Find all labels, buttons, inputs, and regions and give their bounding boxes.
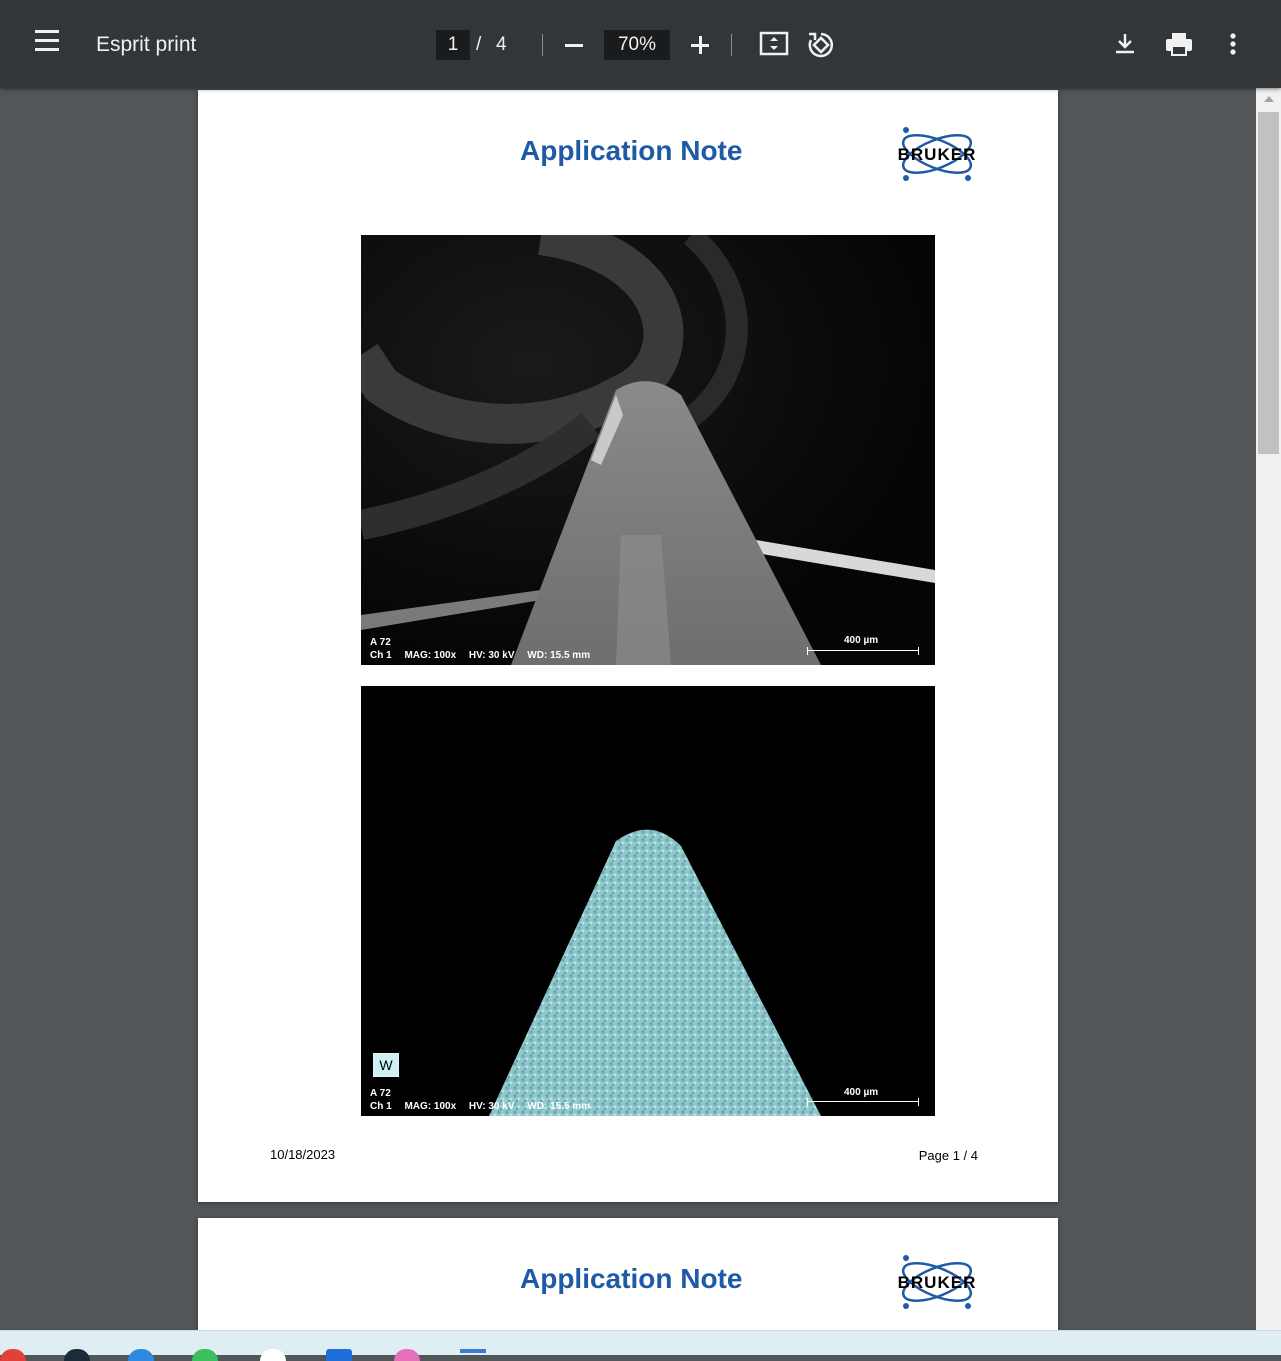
scale-bar-label: 400 µm	[844, 1087, 879, 1098]
page-heading: Application Note	[520, 1263, 743, 1294]
taskbar	[0, 1330, 1281, 1361]
toolbar-divider	[542, 34, 543, 56]
footer-page-number: Page 1 / 4	[918, 1148, 978, 1163]
app-icon[interactable]	[394, 1349, 420, 1361]
channel-label: Ch 1	[370, 1101, 392, 1112]
logo-text: BRUKER	[897, 145, 977, 164]
app-icon[interactable]	[260, 1349, 286, 1361]
pdf-viewer[interactable]: Application Note BRUKER A 72 Ch 1 MAG: 1…	[0, 88, 1256, 1330]
scroll-up-arrow-icon[interactable]	[1264, 96, 1274, 102]
app-icon[interactable]	[192, 1349, 218, 1361]
logo-text: BRUKER	[897, 1273, 977, 1292]
eds-metadata: A 72 Ch 1 MAG: 100x HV: 30 kV WD: 15.5 m…	[370, 1087, 600, 1113]
app-icon[interactable]	[460, 1349, 486, 1353]
print-icon	[1166, 33, 1192, 56]
download-icon	[1116, 34, 1134, 54]
fit-page-icon	[759, 31, 789, 56]
toolbar-divider	[731, 34, 732, 56]
sem-metadata: A 72 Ch 1 MAG: 100x HV: 30 kV WD: 15.5 m…	[370, 636, 600, 662]
menu-button[interactable]	[30, 30, 64, 60]
more-vert-icon	[1230, 33, 1236, 55]
more-options-button[interactable]	[1224, 32, 1242, 58]
voltage-label: HV: 30 kV	[468, 650, 515, 661]
sem-image: A 72 Ch 1 MAG: 100x HV: 30 kV WD: 15.5 m…	[361, 235, 935, 665]
pdf-page-1: Application Note BRUKER A 72 Ch 1 MAG: 1…	[198, 90, 1058, 1202]
footer-date: 10/18/2023	[270, 1147, 336, 1162]
channel-label: Ch 1	[370, 650, 392, 661]
fit-page-button[interactable]	[759, 30, 789, 58]
bruker-logo: BRUKER	[884, 124, 990, 184]
zoom-level[interactable]: 70%	[604, 30, 670, 60]
bruker-logo: BRUKER	[884, 1252, 990, 1312]
page-total: 4	[496, 34, 507, 55]
working-distance-label: WD: 15.5 mm	[527, 650, 591, 661]
rotate-button[interactable]	[806, 30, 836, 60]
zoom-out-button[interactable]	[562, 30, 586, 60]
scale-bar	[807, 647, 919, 655]
app-icon[interactable]	[128, 1349, 154, 1361]
sample-label: A 72	[370, 1088, 391, 1099]
working-distance-label: WD: 15.5 mm	[527, 1101, 591, 1112]
eds-map-image: W A 72 Ch 1 MAG: 100x HV: 30 kV WD: 15.5…	[361, 686, 935, 1116]
scale-bar	[807, 1098, 919, 1106]
document-title: Esprit print	[96, 33, 197, 56]
page-heading: Application Note	[520, 135, 743, 166]
page-separator: /	[476, 34, 482, 55]
element-badge: W	[373, 1053, 399, 1077]
download-button[interactable]	[1112, 31, 1138, 57]
zoom-in-button[interactable]	[688, 30, 712, 60]
menu-icon	[35, 30, 59, 33]
app-icon[interactable]	[64, 1349, 90, 1361]
scale-bar-label: 400 µm	[844, 635, 879, 646]
magnification-label: MAG: 100x	[404, 1101, 457, 1112]
pdf-page-2: Application Note BRUKER	[198, 1218, 1058, 1330]
rotate-icon	[808, 32, 834, 58]
pdf-toolbar: Esprit print / 4 70%	[0, 0, 1281, 88]
vertical-scrollbar[interactable]	[1256, 88, 1281, 1330]
sample-label: A 72	[370, 637, 391, 648]
magnification-label: MAG: 100x	[404, 650, 457, 661]
print-button[interactable]	[1164, 31, 1194, 57]
app-icon[interactable]	[326, 1349, 352, 1361]
page-number-input[interactable]	[436, 30, 470, 60]
app-icon[interactable]	[0, 1349, 26, 1361]
scroll-thumb[interactable]	[1258, 112, 1279, 454]
voltage-label: HV: 30 kV	[468, 1101, 515, 1112]
